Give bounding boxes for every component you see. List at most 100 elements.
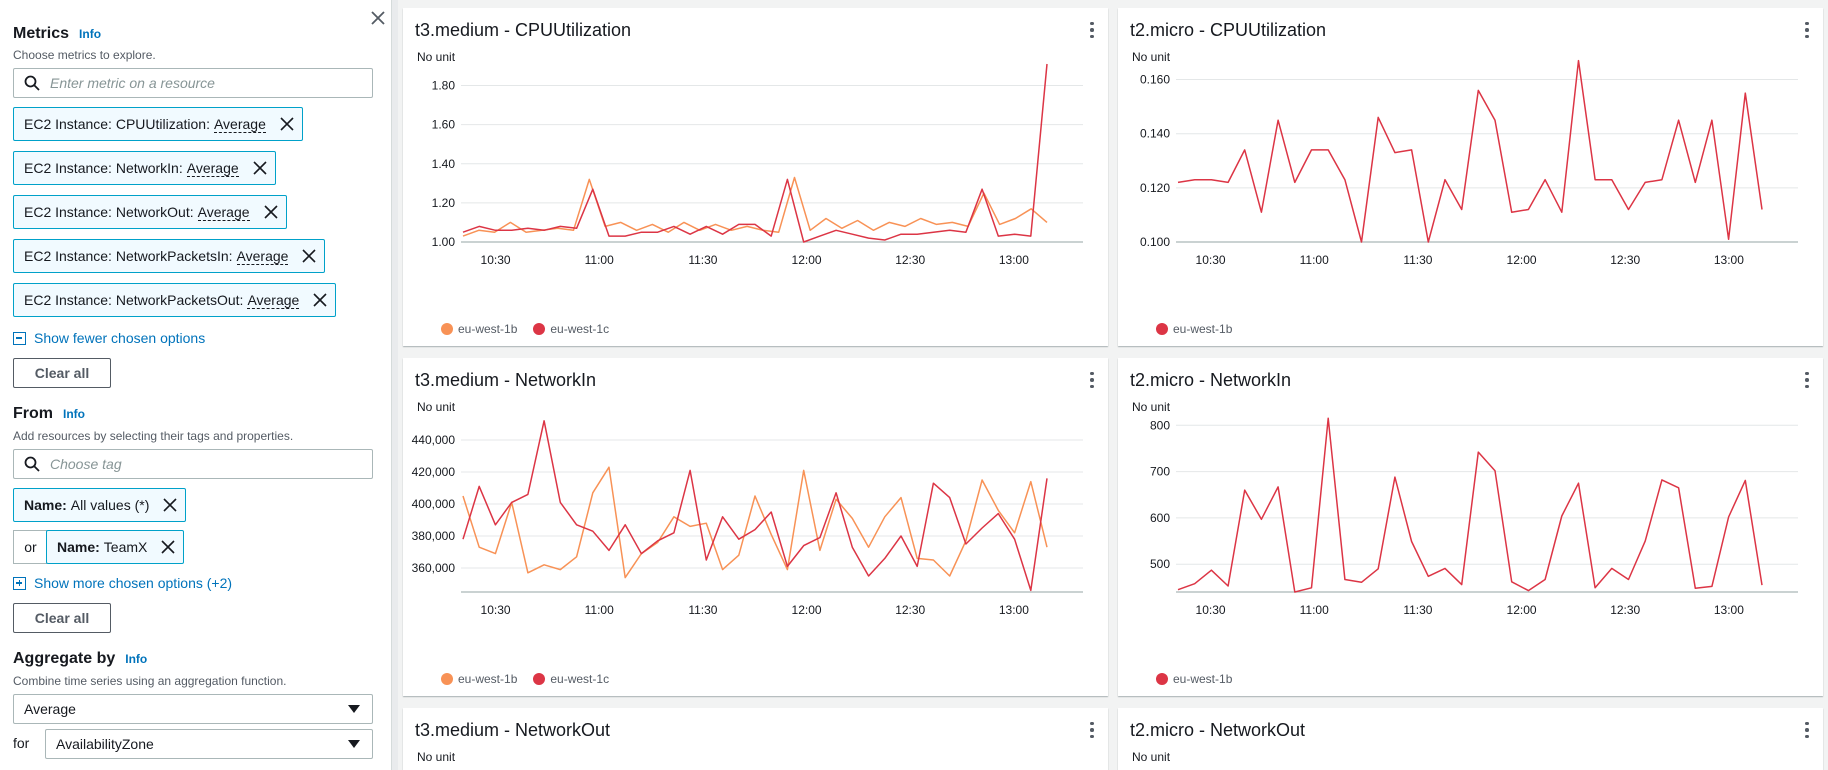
aggregation-function-value: Average [24, 701, 76, 717]
x-tick-label: 11:00 [585, 603, 614, 617]
tag-key: Name: [57, 539, 100, 555]
chart-title: t3.medium - NetworkOut [415, 720, 611, 740]
from-description: Add resources by selecting their tags an… [13, 429, 294, 443]
metrics-title: Metrics [13, 25, 70, 42]
chart-unit-label: No unit [417, 400, 456, 414]
from-info-link[interactable]: Info [63, 407, 85, 421]
metric-token-label: EC2 Instance: NetworkPacketsOut: [24, 292, 244, 308]
remove-token-button[interactable] [294, 241, 324, 271]
chart-options-menu-icon[interactable] [1798, 718, 1816, 742]
x-tick-label: 11:00 [585, 253, 614, 267]
metric-aggregation-link[interactable]: Average [197, 204, 250, 221]
tag-token-name-all: Name: All values (*) [13, 488, 187, 522]
remove-token-button[interactable] [256, 197, 286, 227]
x-tick-label: 11:00 [1300, 253, 1329, 267]
tag-search-box [13, 449, 373, 479]
chart-title: t3.medium - NetworkIn [415, 370, 597, 390]
chart-unit-label: No unit [417, 50, 456, 64]
metric-aggregation-link[interactable]: Average [186, 160, 239, 177]
show-fewer-options-toggle[interactable]: Show fewer chosen options [13, 330, 205, 346]
show-fewer-label: Show fewer chosen options [34, 330, 206, 346]
metrics-query-panel: Metrics Info Choose metrics to explore. … [0, 0, 392, 770]
close-panel-button[interactable] [364, 4, 392, 32]
chart-options-menu-icon[interactable] [1798, 18, 1816, 42]
chart-options-menu-icon[interactable] [1083, 718, 1101, 742]
chart-unit-label: No unit [1132, 750, 1171, 764]
x-tick-label: 13:00 [999, 603, 1029, 617]
tag-token-name-teamx: Name: TeamX [46, 530, 185, 564]
clear-all-metrics-button[interactable]: Clear all [13, 358, 111, 388]
metric-token-networkpacketsin: EC2 Instance: NetworkPacketsIn: Average [13, 239, 326, 273]
legend-label: eu-west-1c [550, 672, 610, 686]
legend-item[interactable]: eu-west-1c [533, 322, 609, 336]
y-tick-label: 500 [1150, 557, 1170, 571]
chart-card-t2-networkin: 500 600 700 800 10:30 11:00 11:30 12:00 12:30 13:… [1118, 358, 1823, 696]
chart-title: t2.micro - NetworkOut [1130, 720, 1306, 740]
aggregate-description: Combine time series using an aggregation… [13, 674, 287, 688]
tag-value: TeamX [103, 539, 148, 555]
chart-unit-label: No unit [1132, 50, 1171, 64]
remove-token-button[interactable] [305, 285, 335, 315]
metric-token-label: EC2 Instance: NetworkOut: [24, 204, 194, 220]
chart-options-menu-icon[interactable] [1083, 368, 1101, 392]
aggregate-info-link[interactable]: Info [125, 652, 147, 666]
x-tick-label: 12:30 [895, 253, 925, 267]
metric-aggregation-link[interactable]: Average [213, 116, 266, 133]
tag-search-input[interactable] [50, 456, 350, 472]
clear-all-tags-button[interactable]: Clear all [13, 603, 111, 633]
y-tick-label: 1.00 [432, 235, 456, 249]
group-by-select[interactable]: AvailabilityZone [45, 729, 373, 759]
y-tick-label: 1.60 [432, 118, 456, 132]
x-tick-label: 11:30 [688, 603, 717, 617]
legend-item[interactable]: eu-west-1c [533, 672, 609, 686]
y-tick-label: 0.140 [1140, 127, 1170, 141]
x-tick-label: 12:30 [1610, 603, 1640, 617]
remove-token-button[interactable] [272, 109, 302, 139]
series-line-eu-west-1c [462, 63, 1048, 243]
metric-aggregation-link[interactable]: Average [247, 292, 300, 309]
tag-value: All values (*) [70, 497, 150, 513]
chart-t3-networkin-svg: 360,000 380,000 400,000 420,000 440,000 10:30… [412, 420, 1083, 617]
x-tick-label: 11:30 [688, 253, 717, 267]
metrics-info-link[interactable]: Info [79, 27, 101, 41]
chart-t2-cpu-svg: 0.100 0.120 0.140 0.160 10:30 11:00 11:30 12:00… [1140, 59, 1798, 267]
close-icon [161, 540, 175, 554]
series-line-eu-west-1b [462, 176, 1048, 237]
show-more-options-toggle[interactable]: Show more chosen options (+2) [13, 575, 232, 591]
metrics-header: Metrics Info [13, 25, 101, 43]
legend-item[interactable]: eu-west-1b [441, 322, 517, 336]
y-tick-label: 0.100 [1140, 235, 1170, 249]
chart-options-menu-icon[interactable] [1083, 18, 1101, 42]
legend-item[interactable]: eu-west-1b [441, 672, 517, 686]
aggregation-function-select[interactable]: Average [13, 694, 373, 724]
search-icon [24, 456, 40, 472]
legend-item[interactable]: eu-west-1b [1156, 672, 1232, 686]
panel-splitter[interactable] [392, 0, 398, 770]
remove-tag-button[interactable] [155, 490, 185, 520]
tag-key: Name: [24, 497, 67, 513]
chart-legend: eu-west-1b eu-west-1c [441, 672, 625, 686]
remove-tag-button[interactable] [153, 532, 183, 562]
x-tick-label: 10:30 [1196, 253, 1226, 267]
chart-card-t3-networkout: t3.medium - NetworkOut No unit [403, 708, 1108, 770]
legend-item[interactable]: eu-west-1b [1156, 322, 1232, 336]
x-tick-label: 13:00 [1714, 253, 1744, 267]
metric-search-input[interactable] [50, 75, 350, 91]
chart-legend: eu-west-1b eu-west-1c [441, 322, 625, 336]
x-tick-label: 10:30 [481, 253, 511, 267]
remove-token-button[interactable] [245, 153, 275, 183]
y-tick-label: 360,000 [412, 561, 456, 575]
chart-options-menu-icon[interactable] [1798, 368, 1816, 392]
x-tick-label: 12:00 [792, 253, 822, 267]
metric-token-label: EC2 Instance: NetworkPacketsIn: [24, 248, 233, 264]
x-tick-label: 13:00 [999, 253, 1029, 267]
metric-aggregation-link[interactable]: Average [236, 248, 289, 265]
chart-legend: eu-west-1b [1156, 322, 1248, 336]
series-line-eu-west-1b [1177, 417, 1763, 593]
close-icon [280, 117, 294, 131]
y-tick-label: 0.160 [1140, 73, 1170, 87]
chart-card-t3-cpu: 1.00 1.20 1.40 1.60 1.80 10:30 11:00 11:30 12:00… [403, 8, 1108, 346]
chart-unit-label: No unit [1132, 400, 1171, 414]
x-tick-label: 12:00 [792, 603, 822, 617]
legend-label: eu-west-1c [550, 322, 610, 336]
